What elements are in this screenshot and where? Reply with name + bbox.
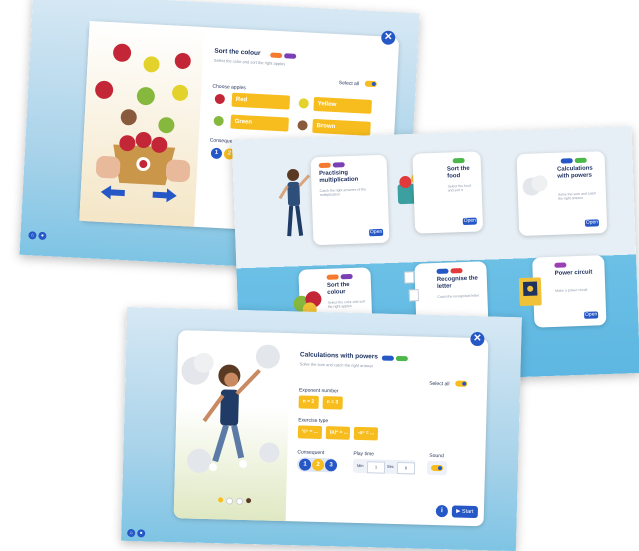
card-description: Make a power circuit: [555, 287, 588, 293]
category-tag: [450, 268, 463, 274]
category-tag: [284, 53, 297, 59]
apple-icons: [213, 93, 225, 126]
category-tag: [436, 268, 449, 274]
card-description: Select the food and sort it: [447, 183, 471, 193]
card-title: Sort the food: [446, 165, 470, 180]
page-dot[interactable]: [235, 497, 244, 505]
card-title: Power circuit: [554, 269, 593, 277]
sound-toggle[interactable]: [430, 464, 444, 472]
sound-label: Sound: [429, 452, 444, 460]
illustration-area: [79, 21, 205, 227]
exercise-option-3[interactable]: -aⁿ = ...: [353, 426, 379, 441]
page-title: Sort the colour: [214, 47, 261, 58]
screenshot-calculations-with-powers: ✕ Calculations with powers Solve the sum…: [121, 306, 522, 551]
card-title: Recognise the letter: [436, 275, 478, 290]
nav-controls: ⌂ ●: [28, 231, 47, 241]
exponent-label: Exponent number: [298, 387, 339, 395]
page-subtitle: Solve the sum and catch the right answer: [299, 361, 374, 369]
open-button[interactable]: Open: [584, 219, 600, 227]
consequent-option-1[interactable]: 1: [210, 147, 223, 160]
play-time-min-label: Min: [356, 462, 364, 469]
card-title: Sort the colour: [326, 282, 350, 296]
option-brown[interactable]: Brown: [312, 118, 371, 136]
person-illustration: [278, 168, 311, 237]
page-dot[interactable]: [246, 498, 252, 504]
category-tag: [270, 52, 283, 59]
play-time-sec-input[interactable]: 0: [396, 461, 416, 475]
exponent-option-3[interactable]: n = 3: [322, 396, 343, 410]
open-button[interactable]: Open: [584, 311, 599, 319]
option-green[interactable]: Green: [230, 114, 289, 132]
category-tag: [554, 262, 567, 268]
open-button[interactable]: Open: [369, 228, 384, 237]
card-description: Catch the right answers of the multiplic…: [319, 187, 367, 198]
choose-apples-label: Choose apples: [212, 83, 246, 92]
home-icon[interactable]: ⌂: [28, 231, 37, 240]
close-button[interactable]: ✕: [380, 30, 396, 46]
category-tag: [340, 273, 353, 280]
page-dot[interactable]: [218, 497, 224, 503]
play-time-label: Play time: [353, 450, 374, 458]
category-tag: [395, 355, 408, 362]
play-time-min-input[interactable]: 1: [366, 461, 386, 474]
info-icon[interactable]: i: [435, 505, 449, 518]
exponent-option-2[interactable]: n = 2: [298, 395, 319, 409]
activity-card[interactable]: Power circuit Make a power circuit Open: [518, 255, 607, 328]
page-title: Calculations with powers: [299, 351, 379, 361]
page-dot[interactable]: [225, 497, 234, 505]
battery-illustration: [518, 277, 542, 307]
start-button[interactable]: ▶ Start: [451, 505, 479, 519]
option-yellow[interactable]: Yellow: [313, 96, 372, 114]
play-time-sec-label: Sec: [386, 463, 395, 469]
start-label: Start: [461, 508, 474, 516]
category-tag: [332, 162, 345, 168]
category-tag: [326, 274, 339, 280]
select-all-label: Select all: [429, 380, 450, 388]
category-tag: [452, 157, 465, 164]
activity-card[interactable]: Calculations with powers Solve the sum a…: [516, 151, 608, 237]
close-button[interactable]: ✕: [470, 331, 485, 347]
card-title: Practising multiplication: [318, 170, 359, 185]
jumping-person-illustration: [181, 344, 280, 473]
exercise-type-label: Exercise type: [298, 417, 329, 425]
card-title: Calculations with powers: [556, 165, 593, 180]
settings-panel: ✕ Calculations with powers Solve the sum…: [173, 330, 489, 527]
open-button[interactable]: Open: [462, 217, 477, 226]
select-all-toggle[interactable]: [455, 380, 468, 387]
apple-icons: [297, 98, 309, 131]
eye-icon[interactable]: ●: [38, 231, 47, 241]
category-tag: [318, 162, 331, 169]
illustration-area: [173, 330, 291, 522]
exercise-option-1[interactable]: ½ⁿ = ...: [297, 425, 323, 440]
category-tag: [574, 157, 587, 164]
eye-icon[interactable]: ●: [137, 529, 146, 538]
card-description: Select the color and sort the right appl…: [327, 299, 366, 309]
page-subtitle: Select the color and sort the right appl…: [213, 57, 286, 67]
option-red[interactable]: Red: [231, 92, 291, 110]
apple-basket-illustration: [95, 43, 191, 203]
card-description: Catch the recognised letter: [437, 293, 480, 299]
letter-cards-illustration: [404, 271, 420, 302]
cloud-illustration: [522, 175, 548, 196]
activity-card[interactable]: Practising multiplication Catch the righ…: [310, 154, 390, 246]
home-icon[interactable]: ⌂: [127, 528, 136, 538]
select-all-label: Select all: [338, 80, 360, 88]
exercise-option-2[interactable]: (a)ⁿ = ...: [325, 426, 351, 440]
card-description: Solve the sum and catch the right answer: [557, 191, 597, 201]
category-tag: [381, 355, 394, 361]
select-all-toggle[interactable]: [364, 80, 377, 88]
activity-card[interactable]: Sort the food Select the food and sort i…: [412, 151, 484, 234]
consequent-label: Consequent: [297, 449, 325, 457]
category-tag: [560, 158, 573, 164]
pagination-dots: [218, 497, 252, 505]
nav-controls: ⌂ ●: [127, 528, 146, 538]
